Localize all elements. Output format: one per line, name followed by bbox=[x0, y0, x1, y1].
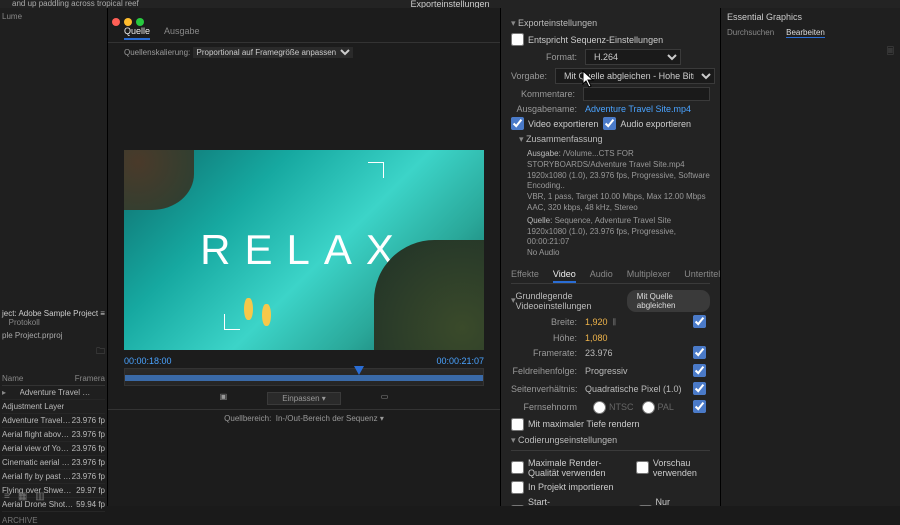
field-order-label: Feldreihenfolge: bbox=[511, 366, 585, 376]
fit-dropdown[interactable]: Einpassen ▾ bbox=[267, 392, 341, 405]
project-item[interactable]: Aerial view of Young traveling wom23.976… bbox=[2, 442, 105, 456]
export-audio-label: Audio exportieren bbox=[620, 119, 691, 129]
project-item[interactable]: Adjustment Layer bbox=[2, 400, 105, 414]
playhead-icon[interactable] bbox=[354, 366, 364, 375]
comment-label: Kommentare: bbox=[511, 89, 583, 99]
project-item[interactable]: Aerial flight above people hiking al23.9… bbox=[2, 428, 105, 442]
range-slider[interactable] bbox=[124, 368, 484, 386]
project-item[interactable]: Aerial fly by past man and truck on23.97… bbox=[2, 470, 105, 484]
encoding-settings-header[interactable]: Codierungseinstellungen bbox=[511, 435, 710, 446]
source-scaling-label: Quellenskalierung: bbox=[124, 48, 190, 57]
project-panel-header[interactable]: ject: Adobe Sample Project ≡ Protokoll bbox=[2, 309, 105, 327]
export-video-label: Video exportieren bbox=[528, 119, 598, 129]
tab-multiplexer[interactable]: Multiplexer bbox=[627, 267, 671, 283]
max-depth-label: Mit maximaler Tiefe rendern bbox=[528, 419, 640, 429]
format-select[interactable]: H.264 bbox=[585, 49, 681, 65]
freeform-view-icon[interactable]: ▥ bbox=[35, 491, 44, 502]
crop-icon[interactable]: ▣ bbox=[220, 392, 228, 405]
framerate-match-checkbox[interactable] bbox=[693, 346, 706, 359]
project-item[interactable]: Adventure Travel Site bbox=[2, 386, 105, 400]
ntsc-radio[interactable] bbox=[593, 401, 606, 414]
framerate-label: Framerate: bbox=[511, 348, 585, 358]
export-video-checkbox[interactable] bbox=[511, 117, 524, 130]
preview-text-overlay: RELAX bbox=[200, 226, 408, 274]
essential-graphics-header[interactable]: Essential Graphics bbox=[727, 12, 894, 22]
match-sequence-checkbox[interactable] bbox=[511, 33, 524, 46]
summary-header[interactable]: Zusammenfassung bbox=[519, 134, 710, 145]
max-depth-checkbox[interactable] bbox=[511, 418, 524, 431]
export-settings-panel: Exporteinstellungen Entspricht Sequenz-E… bbox=[500, 8, 720, 506]
import-project-checkbox[interactable] bbox=[511, 481, 524, 494]
export-settings-header[interactable]: Exporteinstellungen bbox=[511, 18, 710, 29]
tab-output[interactable]: Ausgabe bbox=[164, 24, 200, 40]
close-window-icon[interactable] bbox=[112, 18, 120, 26]
bin-icon[interactable]: 🗀 bbox=[2, 344, 105, 360]
width-value[interactable]: 1,920 bbox=[585, 317, 608, 327]
comment-input[interactable] bbox=[583, 87, 710, 101]
field-order-value[interactable]: Progressiv bbox=[585, 366, 628, 376]
icon-view-icon[interactable]: ▦ bbox=[18, 491, 27, 502]
field-match-checkbox[interactable] bbox=[693, 364, 706, 377]
tv-match-checkbox[interactable] bbox=[693, 400, 706, 413]
height-value[interactable]: 1,080 bbox=[585, 333, 608, 343]
sequence-name-truncated: and up paddling across tropical reef bbox=[12, 0, 139, 8]
use-previews-checkbox[interactable] bbox=[636, 461, 649, 474]
basic-video-header[interactable]: Grundlegende Videoeinstellungen Mit Quel… bbox=[511, 290, 710, 312]
match-sequence-label: Entspricht Sequenz-Einstellungen bbox=[528, 35, 663, 45]
lumetri-hint: Lume bbox=[2, 12, 105, 21]
project-panel: Lume ject: Adobe Sample Project ≡ Protok… bbox=[0, 8, 108, 506]
list-view-icon[interactable]: ≡ bbox=[4, 491, 10, 502]
width-match-checkbox[interactable] bbox=[693, 315, 706, 328]
project-file-name: ple Project.prproj bbox=[2, 331, 105, 340]
tab-audio[interactable]: Audio bbox=[590, 267, 613, 283]
eg-tab-edit[interactable]: Bearbeiten bbox=[786, 28, 825, 38]
preview-frame: RELAX bbox=[124, 150, 484, 350]
essential-graphics-panel: Essential Graphics Durchsuchen Bearbeite… bbox=[720, 8, 900, 506]
out-timecode[interactable]: 00:00:21:07 bbox=[436, 356, 484, 366]
tab-source[interactable]: Quelle bbox=[124, 24, 150, 40]
source-range-select[interactable]: In-/Out-Bereich der Sequenz ▾ bbox=[276, 414, 384, 423]
source-scaling-select[interactable]: Proportional auf Framegröße anpassen bbox=[193, 47, 353, 58]
project-item[interactable]: Adventure Travel Site23.976 fp bbox=[2, 414, 105, 428]
max-quality-checkbox[interactable] bbox=[511, 461, 524, 474]
framerate-value[interactable]: 23.976 bbox=[585, 348, 613, 358]
par-value[interactable]: Quadratische Pixel (1.0) bbox=[585, 384, 682, 394]
project-item[interactable]: Cinematic aerial view of couple sta23.97… bbox=[2, 456, 105, 470]
minimize-window-icon[interactable] bbox=[124, 18, 132, 26]
new-layer-icon[interactable]: 🗏 bbox=[727, 44, 894, 60]
maximize-window-icon[interactable] bbox=[136, 18, 144, 26]
tab-effects[interactable]: Effekte bbox=[511, 267, 539, 283]
link-dimensions-icon[interactable]: 𝄃 bbox=[614, 317, 616, 328]
output-name-label: Ausgabename: bbox=[511, 104, 585, 114]
col-fps[interactable]: Framera bbox=[75, 374, 105, 383]
match-source-button[interactable]: Mit Quelle abgleichen bbox=[627, 290, 710, 312]
tab-video[interactable]: Video bbox=[553, 267, 576, 283]
export-audio-checkbox[interactable] bbox=[603, 117, 616, 130]
export-preview-panel: Quelle Ausgabe Quellenskalierung: Propor… bbox=[108, 8, 500, 506]
source-range-label: Quellbereich: bbox=[224, 414, 271, 423]
eg-tab-browse[interactable]: Durchsuchen bbox=[727, 28, 774, 38]
preset-select[interactable]: Mit Quelle abgleichen - Hohe Bitrate bbox=[555, 68, 715, 84]
height-label: Höhe: bbox=[511, 333, 585, 343]
in-timecode[interactable]: 00:00:18:00 bbox=[124, 356, 172, 366]
aspect-icon[interactable]: ▭ bbox=[381, 392, 389, 405]
tab-captions[interactable]: Untertitel bbox=[684, 267, 720, 283]
pal-radio[interactable] bbox=[642, 401, 655, 414]
output-name-link[interactable]: Adventure Travel Site.mp4 bbox=[585, 104, 691, 114]
par-match-checkbox[interactable] bbox=[693, 382, 706, 395]
col-name[interactable]: Name bbox=[2, 374, 23, 383]
width-label: Breite: bbox=[511, 317, 585, 327]
tv-standard-label: Fernsehnorm bbox=[511, 402, 585, 412]
par-label: Seitenverhältnis: bbox=[511, 384, 585, 394]
archive-folder[interactable]: ARCHIVE bbox=[2, 516, 105, 525]
format-label: Format: bbox=[511, 52, 585, 62]
preset-label: Vorgabe: bbox=[511, 71, 555, 81]
